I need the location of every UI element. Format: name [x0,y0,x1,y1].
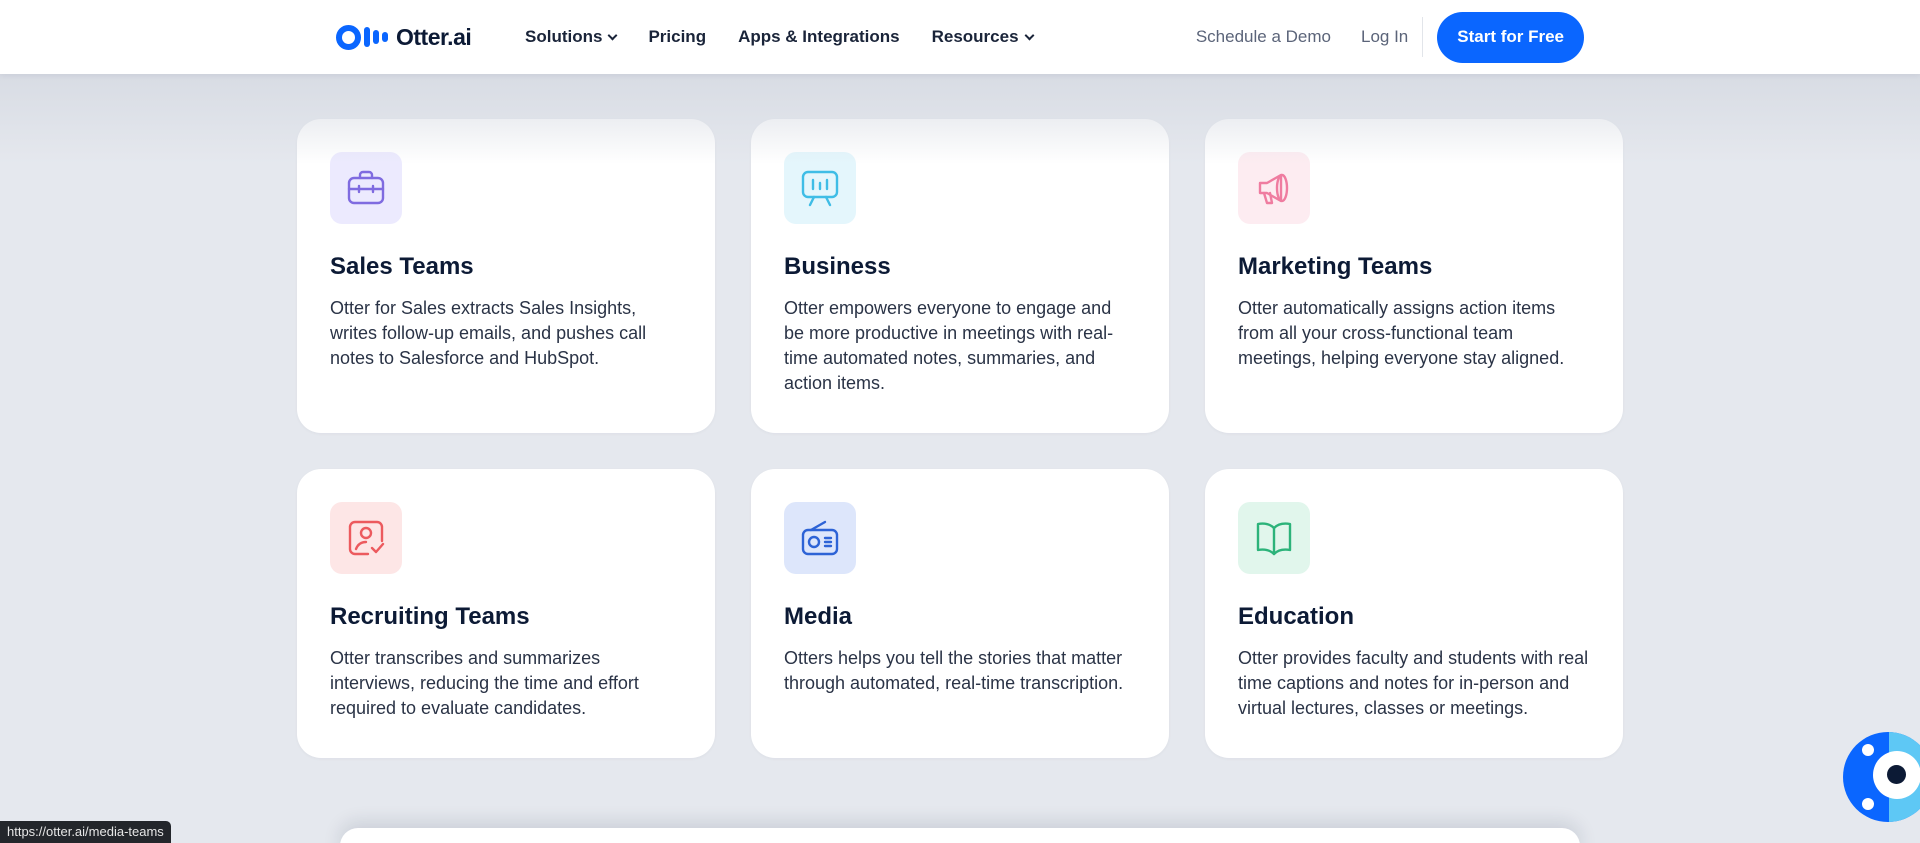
schedule-demo-link[interactable]: Schedule a Demo [1196,27,1331,47]
main-nav: Solutions Pricing Apps & Integrations Re… [525,0,1034,74]
start-for-free-button[interactable]: Start for Free [1437,11,1584,63]
card-description: Otter automatically assigns action items… [1238,298,1565,368]
card-title: Media [784,603,853,630]
card-description: Otter for Sales extracts Sales Insights,… [330,298,647,368]
nav-resources-label: Resources [931,27,1019,46]
chevron-down-icon [608,30,618,40]
nav-solutions-label: Solutions [525,27,603,46]
otter-paw-icon [1862,798,1874,810]
card-title: Recruiting Teams [330,603,530,630]
card-business[interactable]: Business Otter empowers everyone to enga… [751,119,1169,433]
card-media[interactable]: Media Otters helps you tell the stories … [751,469,1169,758]
megaphone-icon [1238,152,1310,224]
presentation-board-icon [784,152,856,224]
logo-text: Otter.ai [396,23,472,50]
header-actions: Schedule a Demo Log In Start for Free [1196,0,1584,74]
nav-apps-label: Apps & Integrations [738,27,900,46]
teams-card-grid: Sales Teams Otter for Sales extracts Sal… [297,119,1623,758]
header-divider [1422,17,1424,57]
card-description: Otter provides faculty and students with… [1238,648,1589,718]
log-in-link[interactable]: Log In [1361,27,1408,47]
card-recruiting-teams[interactable]: Recruiting Teams Otter transcribes and s… [297,469,715,758]
card-description: Otter empowers everyone to engage and be… [784,298,1114,393]
otter-eye-icon [1873,751,1920,799]
card-title: Business [784,253,891,280]
book-icon [1238,502,1310,574]
radio-icon [784,502,856,574]
next-section-edge [340,828,1580,843]
card-marketing-teams[interactable]: Marketing Teams Otter automatically assi… [1205,119,1623,433]
card-title: Sales Teams [330,253,474,280]
nav-pricing-label: Pricing [648,27,707,46]
card-description: Otters helps you tell the stories that m… [784,648,1124,693]
candidate-check-icon [330,502,402,574]
nav-solutions[interactable]: Solutions [525,27,618,47]
otter-ear-icon [1862,744,1874,756]
site-header: Otter.ai Solutions Pricing Apps & Integr… [0,0,1920,74]
card-education[interactable]: Education Otter provides faculty and stu… [1205,469,1623,758]
chat-widget-button[interactable] [1843,732,1920,822]
nav-pricing[interactable]: Pricing [648,27,706,47]
otter-logo[interactable]: Otter.ai [336,22,472,52]
chevron-down-icon [1024,30,1034,40]
nav-apps-integrations[interactable]: Apps & Integrations [738,27,900,47]
card-title: Marketing Teams [1238,253,1433,280]
card-title: Education [1238,603,1355,630]
card-description: Otter transcribes and summarizes intervi… [330,648,639,718]
otter-logo-icon [336,24,388,50]
briefcase-icon [330,152,402,224]
card-sales-teams[interactable]: Sales Teams Otter for Sales extracts Sal… [297,119,715,433]
status-bar-url: https://otter.ai/media-teams [0,821,171,843]
nav-resources[interactable]: Resources [931,27,1034,47]
